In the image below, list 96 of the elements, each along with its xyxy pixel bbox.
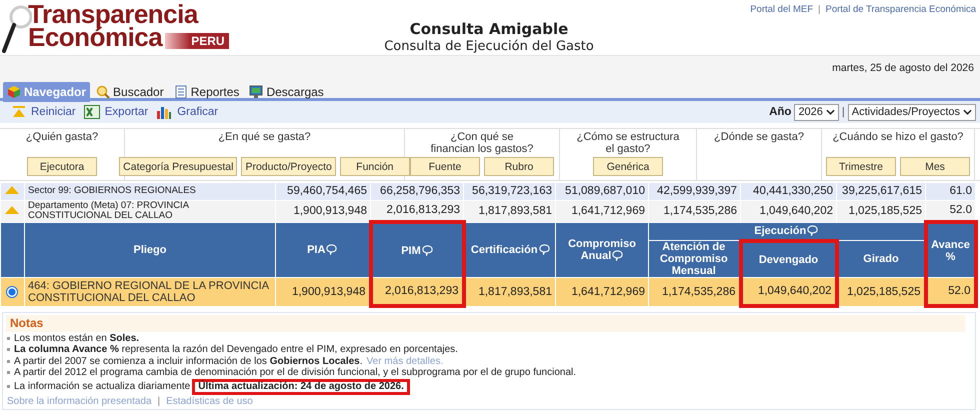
- bullet-icon: [7, 360, 10, 363]
- table-cell: 52.0: [926, 278, 976, 306]
- toolbar-action[interactable]: Graficar: [156, 105, 218, 119]
- summary-value: 39,225,617,615: [836, 183, 926, 200]
- nav-tab[interactable]: Descargas: [245, 82, 328, 102]
- bar-chart-icon: [156, 105, 172, 119]
- dimension-button[interactable]: Fuente: [410, 157, 480, 176]
- logo-badge: PERU: [165, 32, 229, 48]
- collapse-icon: [12, 106, 26, 118]
- bullet-icon: [7, 336, 10, 340]
- column-header[interactable]: PIA: [276, 222, 370, 278]
- column-header[interactable]: PIM: [370, 222, 464, 278]
- summary-value: 66,258,796,353: [370, 183, 464, 200]
- portal-link[interactable]: Portal de Transparencia Económica: [826, 4, 976, 15]
- portal-link[interactable]: Portal del MEF: [750, 4, 814, 15]
- table-cell: 1,049,640,202: [740, 278, 836, 306]
- dimension-button[interactable]: Mes: [900, 157, 970, 176]
- summary-value: 40,441,330,250: [740, 183, 836, 200]
- summary-value: 1,049,640,202: [740, 200, 836, 222]
- dimension-button[interactable]: Producto/Proyecto: [241, 157, 336, 176]
- dimension-button[interactable]: Rubro: [484, 157, 554, 176]
- column-header[interactable]: Devengado: [740, 240, 836, 278]
- summary-value: 61.0: [926, 183, 976, 200]
- summary-label: Sector 99: GOBIERNOS REGIONALES: [24, 183, 276, 200]
- dimension-button[interactable]: Función: [340, 157, 410, 176]
- link-separator: |: [818, 4, 820, 15]
- question-label: ¿Quién gasta?: [26, 131, 98, 143]
- link-separator: |: [158, 396, 160, 406]
- info-icon[interactable]: [422, 244, 433, 256]
- column-header[interactable]: Compromiso Anual: [556, 222, 648, 278]
- note-text: Los montos están en Soles.: [14, 332, 140, 344]
- monitor-icon: [249, 85, 264, 99]
- summary-value: 1,817,893,581: [464, 200, 556, 222]
- table-cell: 1,025,185,525: [836, 278, 926, 306]
- dimension-button[interactable]: Genérica: [593, 157, 663, 176]
- column-header[interactable]: Girado: [836, 240, 926, 278]
- search-icon: [96, 85, 110, 99]
- table-cell: 1,174,535,286: [648, 278, 740, 306]
- table-cell: 1,641,712,969: [556, 278, 648, 306]
- bullet-icon: [7, 371, 10, 374]
- summary-value: 59,460,754,465: [276, 183, 370, 200]
- info-icon[interactable]: [326, 244, 338, 255]
- chevron-down-icon: [826, 109, 835, 115]
- question-label: ¿En qué se gasta?: [218, 131, 311, 143]
- toolbar-action[interactable]: Exportar: [84, 105, 148, 119]
- year-label: Año: [769, 106, 792, 118]
- view-select[interactable]: Actividades/Proyectos: [848, 104, 976, 120]
- toolbar-action[interactable]: Reiniciar: [12, 105, 76, 119]
- year-select[interactable]: 2026: [794, 104, 839, 120]
- bullet-icon: [7, 348, 10, 352]
- note-text: A partir del 2007 se comienza a incluir información de los Gobiernos Locales.: [14, 356, 363, 367]
- summary-value: 1,641,712,969: [556, 200, 648, 222]
- summary-value: 56,319,723,163: [464, 183, 556, 200]
- column-header[interactable]: Certificación: [464, 222, 556, 278]
- info-icon[interactable]: [538, 244, 550, 255]
- column-header[interactable]: Avance %: [926, 222, 976, 278]
- summary-value: 51,089,687,010: [556, 183, 648, 200]
- column-header[interactable]: Pliego: [24, 222, 276, 278]
- bullet-icon: [7, 385, 10, 388]
- question-label: ¿Cuándo se hizo el gasto?: [832, 131, 964, 143]
- nav-tab[interactable]: Reportes: [170, 82, 244, 102]
- column-group-header: Ejecución: [648, 222, 926, 240]
- chevron-down-icon: [963, 109, 972, 115]
- column-header[interactable]: Atención de Compromiso Mensual: [648, 240, 740, 278]
- note-text: La información se actualiza diariamente: [14, 380, 190, 392]
- note-text: La columna Avance % representa la razón del Devengado entre el PIM, expresado en porcentajes.: [14, 344, 458, 356]
- nav-tab[interactable]: Buscador: [92, 82, 168, 102]
- current-date: martes, 25 de agosto del 2026: [832, 62, 974, 74]
- summary-value: 1,025,185,525: [836, 200, 926, 222]
- question-label: ¿Con qué se financian los gastos?: [430, 131, 534, 155]
- summary-value: 42,599,939,397: [648, 183, 740, 200]
- summary-value: 1,900,913,948: [276, 200, 370, 222]
- page-subtitle: Consulta de Ejecución del Gasto: [383, 39, 595, 54]
- dimension-button[interactable]: Trimestre: [826, 157, 896, 176]
- table-cell: 464: GOBIERNO REGIONAL DE LA PROVINCIA CONSTITUCIONAL DEL CALLAO: [24, 278, 276, 306]
- page-title: Consulta Amigable: [408, 20, 570, 38]
- info-icon[interactable]: [807, 224, 818, 236]
- last-update-text: Última actualización: 24 de agosto de 2026.: [192, 378, 410, 394]
- table-cell: 1,817,893,581: [464, 278, 556, 306]
- cube-icon: [7, 85, 21, 99]
- info-icon[interactable]: [612, 250, 624, 261]
- logo-title: Económica: [28, 26, 162, 49]
- summary-label: Departamento (Meta) 07: PROVINCIA CONSTITUCIONAL DEL CALLAO: [24, 200, 276, 222]
- logo-title: Transparencia: [28, 3, 200, 26]
- row-radio[interactable]: [6, 286, 18, 298]
- question-label: ¿Cómo se estructura el gasto?: [576, 131, 680, 155]
- note-text: A partir del 2012 el programa cambia de denominación por el de división funcional, y el subprograma por el de grupo funcional.: [14, 367, 576, 378]
- summary-value: 1,174,535,286: [648, 200, 740, 222]
- question-label: ¿Dónde se gasta?: [714, 131, 804, 143]
- spreadsheet-icon: [84, 105, 100, 119]
- dimension-button[interactable]: Categoría Presupuestal: [119, 157, 238, 176]
- table-cell: 2,016,813,293: [370, 278, 464, 306]
- table-cell: 1,900,913,948: [276, 278, 370, 306]
- dimension-button[interactable]: Ejecutora: [27, 157, 97, 176]
- select-separator: |: [842, 106, 845, 118]
- notes-title: Notas: [6, 314, 965, 332]
